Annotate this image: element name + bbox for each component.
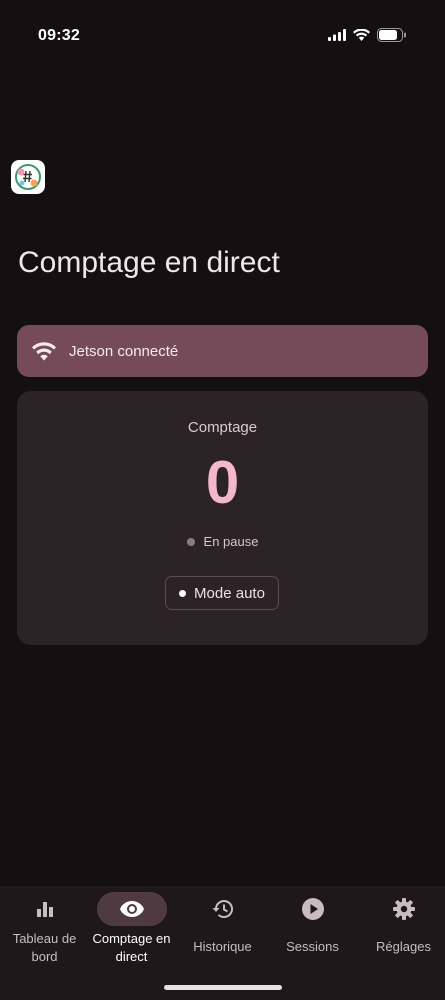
mode-indicator-dot — [179, 589, 187, 597]
cellular-signal-icon — [328, 29, 346, 41]
logo-mark — [15, 164, 41, 190]
bottom-navigation: Tableau de bord Comptage en direct Histo… — [0, 886, 445, 1000]
wifi-icon — [32, 342, 56, 361]
page-title: Comptage en direct — [18, 246, 280, 279]
nav-item-dashboard[interactable]: Tableau de bord — [0, 886, 89, 976]
paused-indicator-dot — [186, 537, 195, 546]
counter-label: Comptage — [187, 419, 258, 436]
nav-item-live-count[interactable]: Comptage en direct — [87, 886, 176, 976]
counter-state-label: En pause — [203, 534, 259, 549]
nav-item-sessions[interactable]: Sessions — [268, 886, 357, 976]
bar-chart-icon — [36, 902, 53, 917]
counter-state: En pause — [17, 534, 428, 549]
nav-item-settings[interactable]: Réglages — [359, 886, 445, 976]
home-indicator[interactable] — [164, 985, 282, 990]
history-icon — [212, 900, 233, 918]
gear-icon — [392, 898, 415, 920]
status-bar: 09:32 — [0, 0, 445, 72]
nav-label-dashboard: Tableau de bord — [12, 931, 77, 964]
play-icon — [301, 898, 324, 920]
connection-banner: Jetson connecté — [17, 325, 428, 377]
connection-status-label: Jetson connecté — [69, 342, 179, 360]
counter-card: Comptage 0 En pause Mode auto — [17, 391, 428, 645]
counter-value: 0 — [205, 449, 240, 516]
eye-icon — [119, 901, 144, 917]
status-icons — [328, 28, 407, 42]
mode-auto-button[interactable]: Mode auto — [165, 576, 279, 610]
mode-auto-label: Mode auto — [194, 584, 265, 602]
nav-label-history: Historique — [193, 939, 252, 954]
app-logo-icon — [11, 160, 45, 194]
status-time: 09:32 — [38, 27, 80, 44]
nav-label-live-count: Comptage en direct — [92, 931, 171, 964]
nav-label-sessions: Sessions — [286, 939, 339, 954]
nav-item-history[interactable]: Historique — [178, 886, 267, 976]
wifi-status-icon — [353, 29, 370, 41]
nav-label-settings: Réglages — [376, 939, 431, 954]
battery-icon — [377, 28, 406, 42]
